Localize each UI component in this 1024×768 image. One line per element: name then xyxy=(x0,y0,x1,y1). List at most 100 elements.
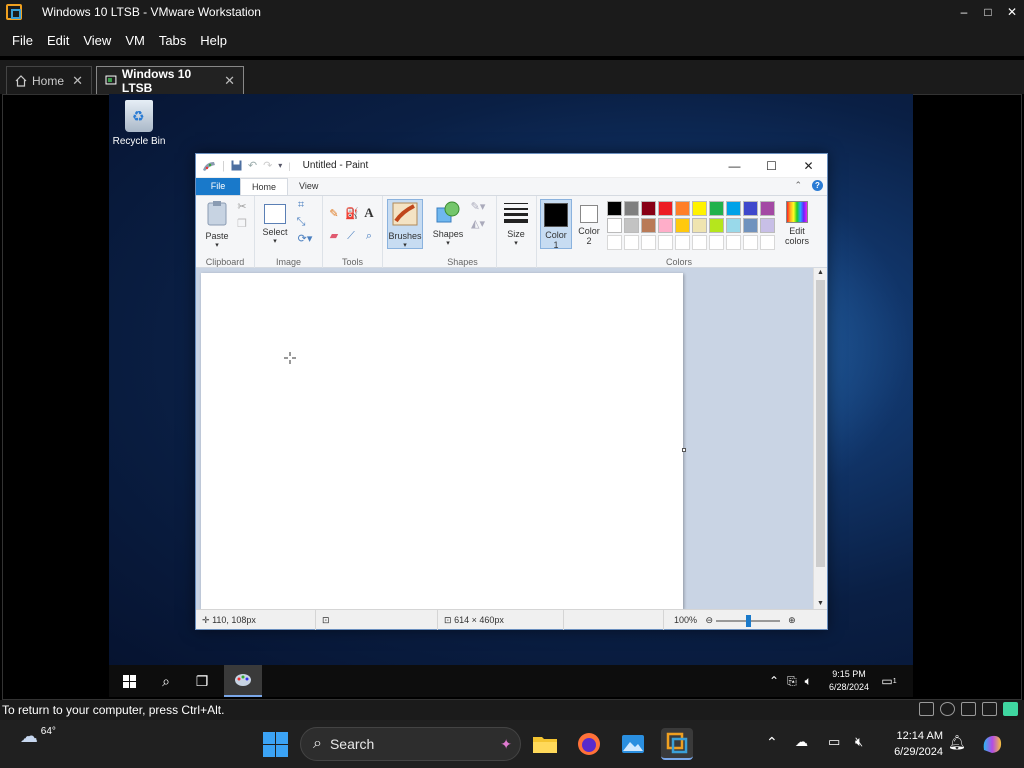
palette-swatch[interactable] xyxy=(658,235,673,250)
copy-icon[interactable]: ❐ xyxy=(236,218,248,230)
zoom-slider-thumb[interactable] xyxy=(745,614,751,627)
volume-muted-icon[interactable]: 🔇︎ xyxy=(855,734,863,750)
onedrive-icon[interactable]: ☁︎ xyxy=(795,734,808,750)
guest-network-icon[interactable]: ⎘ xyxy=(787,674,797,689)
canvas-resize-handle[interactable] xyxy=(682,448,686,452)
menu-edit[interactable]: Edit xyxy=(40,33,76,48)
palette-swatch[interactable] xyxy=(743,201,758,216)
size-button[interactable]: Size ▾ xyxy=(501,200,531,247)
palette-swatch[interactable] xyxy=(709,201,724,216)
select-button[interactable]: Select ▾ xyxy=(261,200,289,245)
paint-maximize-button[interactable]: ☐ xyxy=(753,159,790,173)
help-icon[interactable]: ? xyxy=(812,180,823,191)
palette-swatch[interactable] xyxy=(675,201,690,216)
palette-swatch[interactable] xyxy=(726,235,741,250)
color2-button[interactable]: Color 2 xyxy=(574,202,604,246)
palette-swatch[interactable] xyxy=(760,201,775,216)
scroll-down-icon[interactable]: ▼ xyxy=(814,599,827,609)
palette-swatch[interactable] xyxy=(658,218,673,233)
notification-bell-icon[interactable]: 🔔︎ xyxy=(948,734,966,751)
eraser-icon[interactable]: ▰ xyxy=(328,230,340,242)
tab-home[interactable]: Home xyxy=(240,178,289,195)
color-picker-icon[interactable]: ⟋ xyxy=(345,230,357,242)
palette-swatch[interactable] xyxy=(624,201,639,216)
shapes-button[interactable]: Shapes ▾ xyxy=(432,200,464,247)
palette-swatch[interactable] xyxy=(692,218,707,233)
hdd-status-icon[interactable] xyxy=(919,702,934,716)
network-status-icon[interactable] xyxy=(961,702,976,716)
resize-icon[interactable]: ⤡ xyxy=(295,216,307,228)
host-start-button[interactable] xyxy=(262,730,290,758)
pencil-icon[interactable]: ✎ xyxy=(328,208,340,220)
maximize-button[interactable]: □ xyxy=(976,0,1000,24)
crop-icon[interactable]: ⌗ xyxy=(295,199,307,211)
fill-shape-icon[interactable]: ◭▾ xyxy=(467,218,489,230)
guest-start-button[interactable] xyxy=(115,665,143,697)
paste-button[interactable]: Paste ▾ xyxy=(203,200,231,249)
vmware-taskbar-icon[interactable] xyxy=(661,728,693,760)
display-status-icon[interactable] xyxy=(1003,702,1018,716)
palette-swatch[interactable] xyxy=(692,235,707,250)
palette-swatch[interactable] xyxy=(607,201,622,216)
guest-search-icon[interactable]: ⌕ xyxy=(151,665,181,697)
guest-task-view-icon[interactable]: ❐ xyxy=(187,665,217,697)
guest-notification-icon[interactable]: ▭ 1 xyxy=(877,665,901,697)
drawing-canvas[interactable] xyxy=(201,273,683,609)
vertical-scrollbar[interactable]: ▲ ▼ xyxy=(813,268,827,609)
show-hidden-icons[interactable]: ⌃ xyxy=(766,734,778,751)
network-icon[interactable]: ▭ xyxy=(828,734,840,750)
menu-view[interactable]: View xyxy=(76,33,118,48)
palette-swatch[interactable] xyxy=(675,235,690,250)
menu-file[interactable]: File xyxy=(5,33,40,48)
file-explorer-icon[interactable] xyxy=(529,728,561,760)
weather-widget[interactable]: ☁︎ 64° xyxy=(20,726,56,747)
palette-swatch[interactable] xyxy=(658,201,673,216)
save-icon[interactable] xyxy=(231,160,242,171)
tab-windows-10-ltsb[interactable]: Windows 10 LTSB ✕ xyxy=(96,66,244,95)
palette-swatch[interactable] xyxy=(709,235,724,250)
collapse-ribbon-icon[interactable]: ⌃ xyxy=(794,180,802,191)
rotate-icon[interactable]: ⟳▾ xyxy=(295,233,315,245)
palette-swatch[interactable] xyxy=(709,218,724,233)
scrollbar-thumb[interactable] xyxy=(816,280,825,567)
tab-home-close-icon[interactable]: ✕ xyxy=(72,73,83,89)
cut-icon[interactable]: ✂ xyxy=(236,201,248,213)
recycle-bin[interactable]: Recycle Bin xyxy=(109,100,169,147)
palette-swatch[interactable] xyxy=(743,235,758,250)
tab-home[interactable]: Home ✕ xyxy=(6,66,92,94)
quick-access-dropdown-icon[interactable]: ▾ xyxy=(278,161,282,170)
outline-icon[interactable]: ✎▾ xyxy=(467,201,489,213)
palette-swatch[interactable] xyxy=(675,218,690,233)
photos-icon[interactable] xyxy=(617,728,649,760)
text-tool-icon[interactable]: A xyxy=(363,206,375,219)
guest-clock[interactable]: 9:15 PM 6/28/2024 xyxy=(829,668,869,694)
palette-swatch[interactable] xyxy=(624,235,639,250)
cd-status-icon[interactable] xyxy=(940,702,955,716)
guest-paint-taskbar-icon[interactable] xyxy=(224,665,262,697)
edit-colors-button[interactable]: Edit colors xyxy=(779,201,815,246)
zoom-slider[interactable] xyxy=(715,614,780,627)
guest-volume-icon[interactable]: 🔈︎ xyxy=(805,674,812,689)
paint-minimize-button[interactable]: — xyxy=(716,159,753,173)
tab-view[interactable]: View xyxy=(288,178,329,195)
palette-swatch[interactable] xyxy=(641,235,656,250)
palette-swatch[interactable] xyxy=(726,218,741,233)
host-search-box[interactable]: ⌕ Search ✦ xyxy=(300,727,521,761)
host-clock[interactable]: 12:14 AM 6/29/2024 xyxy=(885,728,943,760)
scroll-up-icon[interactable]: ▲ xyxy=(814,268,827,278)
menu-vm[interactable]: VM xyxy=(118,33,152,48)
palette-swatch[interactable] xyxy=(760,235,775,250)
brushes-button[interactable]: Brushes ▾ xyxy=(387,199,423,249)
zoom-in-icon[interactable]: ⊕ xyxy=(788,615,796,625)
firefox-icon[interactable] xyxy=(573,728,605,760)
tab-file[interactable]: File xyxy=(196,178,240,195)
fill-icon[interactable]: ⛽ xyxy=(345,208,359,220)
usb-status-icon[interactable] xyxy=(982,702,997,716)
palette-swatch[interactable] xyxy=(641,201,656,216)
color1-button[interactable]: Color 1 xyxy=(540,199,572,250)
guest-show-hidden-icon[interactable]: ⌃ xyxy=(769,674,779,688)
tab-vm-close-icon[interactable]: ✕ xyxy=(224,73,235,89)
menu-tabs[interactable]: Tabs xyxy=(152,33,193,48)
redo-icon[interactable]: ↷ xyxy=(263,159,272,172)
close-button[interactable]: ✕ xyxy=(1000,0,1024,24)
